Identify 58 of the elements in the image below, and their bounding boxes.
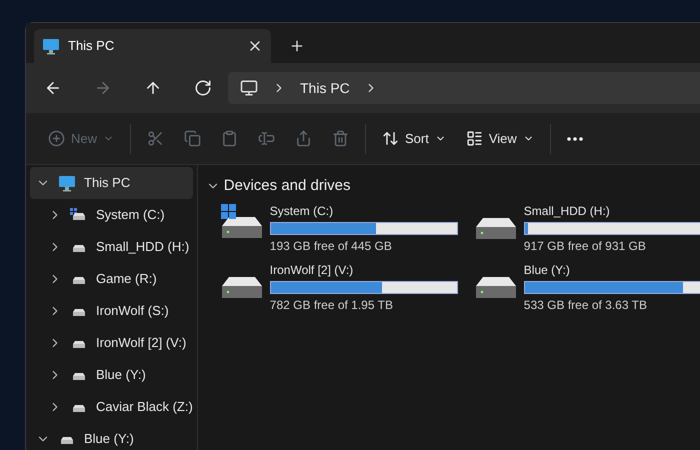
tree-label: IronWolf (S:) xyxy=(96,302,169,320)
copy-icon xyxy=(184,130,202,147)
tree-label: Small_HDD (H:) xyxy=(96,238,190,256)
monitor-icon xyxy=(58,174,76,192)
trash-icon xyxy=(332,130,350,147)
toolbar-button[interactable]: Sort xyxy=(374,122,454,154)
breadcrumb[interactable]: This PC xyxy=(300,78,350,98)
tab-title: This PC xyxy=(68,37,116,56)
toolbar-button[interactable]: View xyxy=(458,122,542,154)
drive-tile[interactable]: Blue (Y:) 533 GB free of 3.63 TB xyxy=(474,260,700,314)
monitor-icon xyxy=(42,37,60,55)
forward-arrow-icon xyxy=(94,79,112,97)
tree-item[interactable]: Caviar Black (Z:) xyxy=(30,391,193,423)
address-bar[interactable]: This PC xyxy=(228,72,700,104)
free-space-text: 533 GB free of 3.63 TB xyxy=(524,296,648,314)
tree-label: Caviar Black (Z:) xyxy=(96,398,193,416)
drive-icon xyxy=(220,276,264,298)
free-space-text: 193 GB free of 445 GB xyxy=(270,238,393,254)
tree-item[interactable]: This PC xyxy=(30,167,193,199)
section-title: Devices and drives xyxy=(224,176,351,196)
more-icon xyxy=(566,136,583,140)
tab[interactable]: This PC xyxy=(34,29,271,63)
drive-name: IronWolf [2] (V:) xyxy=(270,262,354,278)
tree-label: Blue (Y:) xyxy=(96,366,146,384)
tree-item[interactable]: Game (R:) xyxy=(30,263,193,295)
drive-tile[interactable]: IronWolf [2] (V:) 782 GB free of 1.95 TB xyxy=(220,260,474,314)
monitor-icon xyxy=(240,79,258,97)
windows-drive-icon xyxy=(220,204,264,240)
drive-name: Blue (Y:) xyxy=(524,262,571,278)
refresh-icon xyxy=(194,79,212,97)
tree-item[interactable]: IronWolf (S:) xyxy=(30,295,193,327)
free-space-text: 782 GB free of 1.95 TB xyxy=(270,296,394,314)
tree-label: Blue (Y:) xyxy=(84,430,134,448)
tree-item[interactable]: Blue (Y:) xyxy=(30,359,193,391)
tree-item[interactable]: System (C:) xyxy=(30,199,193,231)
drive-icon xyxy=(474,216,518,240)
plus-circle-icon xyxy=(48,130,65,147)
drive-icon xyxy=(474,276,518,298)
free-space-text: 917 GB free of 931 GB xyxy=(524,238,647,254)
sort-icon xyxy=(382,130,400,147)
list-view-icon xyxy=(466,130,483,147)
drive-name: Small_HDD (H:) xyxy=(524,202,611,220)
drive-tile[interactable]: System (C:) 193 GB free of 445 GB xyxy=(220,202,474,254)
tree-label: This PC xyxy=(84,174,130,192)
clipboard-icon xyxy=(221,130,238,147)
share-icon xyxy=(295,130,312,147)
windows-drive-icon xyxy=(70,208,88,222)
tree-label: IronWolf [2] (V:) xyxy=(96,334,186,352)
scissors-icon xyxy=(147,130,164,147)
drive-tile[interactable]: Small_HDD (H:) 917 GB free of 931 GB xyxy=(474,202,700,254)
tree-item[interactable]: Small_HDD (H:) xyxy=(30,231,193,263)
tree-item[interactable]: IronWolf [2] (V:) xyxy=(30,327,193,359)
new-tab-icon[interactable] xyxy=(289,38,305,54)
tree-label: Game (R:) xyxy=(96,270,157,288)
tree-label: System (C:) xyxy=(96,206,165,224)
rename-icon xyxy=(258,130,276,147)
tree-item[interactable]: Blue (Y:) xyxy=(30,423,193,450)
drive-name: System (C:) xyxy=(270,202,334,220)
